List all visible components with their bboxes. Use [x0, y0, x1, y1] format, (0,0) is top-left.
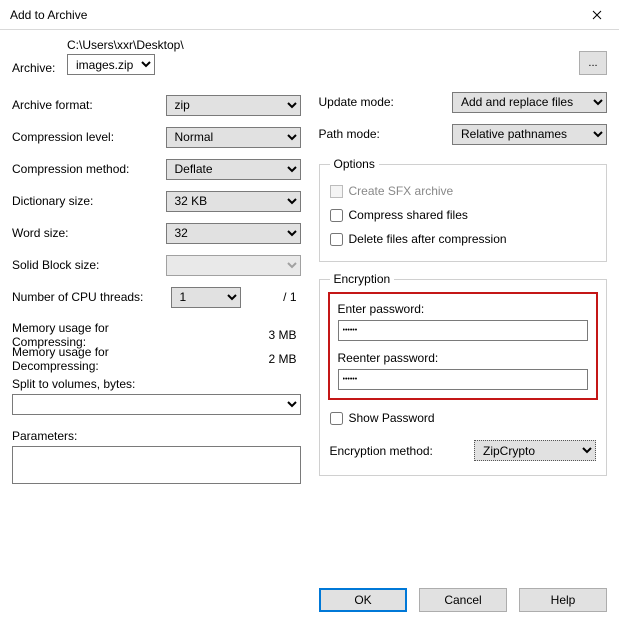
archive-filename-select[interactable]: images.zip: [67, 54, 155, 75]
level-select[interactable]: Normal: [166, 127, 301, 148]
sfx-checkbox: [330, 185, 343, 198]
dict-label: Dictionary size:: [12, 194, 166, 208]
help-button[interactable]: Help: [519, 588, 607, 612]
level-label: Compression level:: [12, 130, 166, 144]
archive-row: Archive: C:\Users\xxr\Desktop\ images.zi…: [12, 38, 607, 75]
shared-row: Compress shared files: [330, 203, 597, 227]
dict-select[interactable]: 32 KB: [166, 191, 301, 212]
options-legend: Options: [330, 157, 379, 171]
shared-checkbox[interactable]: [330, 209, 343, 222]
browse-button[interactable]: ...: [579, 51, 607, 75]
encryption-highlight: Enter password: Reenter password:: [328, 292, 599, 400]
reenter-password-input[interactable]: [338, 369, 589, 390]
enter-password-input[interactable]: [338, 320, 589, 341]
update-select[interactable]: Add and replace files: [452, 92, 607, 113]
show-password-label: Show Password: [349, 411, 435, 425]
archive-label: Archive:: [12, 61, 67, 75]
mem-decomp-row: Memory usage for Decompressing: 2 MB: [12, 347, 301, 371]
word-select[interactable]: 32: [166, 223, 301, 244]
method-label: Compression method:: [12, 162, 166, 176]
archive-path: C:\Users\xxr\Desktop\: [67, 38, 569, 54]
format-select[interactable]: zip: [166, 95, 301, 116]
format-label: Archive format:: [12, 98, 166, 112]
shared-label: Compress shared files: [349, 208, 468, 222]
titlebar: Add to Archive: [0, 0, 619, 30]
encryption-fieldset: Encryption Enter password: Reenter passw…: [319, 272, 608, 476]
close-button[interactable]: [574, 0, 619, 30]
path-mode-label: Path mode:: [319, 127, 453, 141]
window-title: Add to Archive: [10, 8, 87, 22]
show-password-checkbox[interactable]: [330, 412, 343, 425]
method-select[interactable]: Deflate: [166, 159, 301, 180]
sfx-label: Create SFX archive: [349, 184, 454, 198]
mem-decomp-value: 2 MB: [166, 352, 301, 366]
split-select[interactable]: [12, 394, 301, 415]
enter-password-label: Enter password:: [338, 302, 589, 316]
method-row: Compression method: Deflate: [12, 153, 301, 185]
format-row: Archive format: zip: [12, 89, 301, 121]
update-row: Update mode: Add and replace files: [319, 89, 608, 115]
delete-row: Delete files after compression: [330, 227, 597, 251]
level-row: Compression level: Normal: [12, 121, 301, 153]
sfx-row: Create SFX archive: [330, 179, 597, 203]
delete-checkbox[interactable]: [330, 233, 343, 246]
dict-row: Dictionary size: 32 KB: [12, 185, 301, 217]
threads-label: Number of CPU threads:: [12, 290, 171, 304]
mem-comp-value: 3 MB: [166, 328, 301, 342]
word-row: Word size: 32: [12, 217, 301, 249]
path-mode-select[interactable]: Relative pathnames: [452, 124, 607, 145]
threads-select[interactable]: 1: [171, 287, 241, 308]
options-fieldset: Options Create SFX archive Compress shar…: [319, 157, 608, 262]
delete-label: Delete files after compression: [349, 232, 507, 246]
close-icon: [592, 10, 602, 20]
enc-method-select[interactable]: ZipCrypto: [474, 440, 596, 461]
word-label: Word size:: [12, 226, 166, 240]
show-password-row: Show Password: [330, 406, 597, 430]
solid-label: Solid Block size:: [12, 258, 166, 272]
encryption-legend: Encryption: [330, 272, 395, 286]
params-label: Parameters:: [12, 429, 301, 443]
cancel-button[interactable]: Cancel: [419, 588, 507, 612]
mem-comp-row: Memory usage for Compressing: 3 MB: [12, 323, 301, 347]
split-label: Split to volumes, bytes:: [12, 377, 301, 391]
enc-method-row: Encryption method: ZipCrypto: [330, 440, 597, 461]
path-row: Path mode: Relative pathnames: [319, 121, 608, 147]
reenter-password-label: Reenter password:: [338, 351, 589, 365]
solid-row: Solid Block size:: [12, 249, 301, 281]
threads-total: / 1: [251, 290, 301, 304]
ok-button[interactable]: OK: [319, 588, 407, 612]
mem-decomp-label: Memory usage for Decompressing:: [12, 345, 166, 373]
params-input[interactable]: [12, 446, 301, 484]
update-label: Update mode:: [319, 95, 453, 109]
enc-method-label: Encryption method:: [330, 444, 475, 458]
solid-select: [166, 255, 301, 276]
button-bar: OK Cancel Help: [319, 588, 607, 612]
threads-row: Number of CPU threads: 1 / 1: [12, 281, 301, 313]
